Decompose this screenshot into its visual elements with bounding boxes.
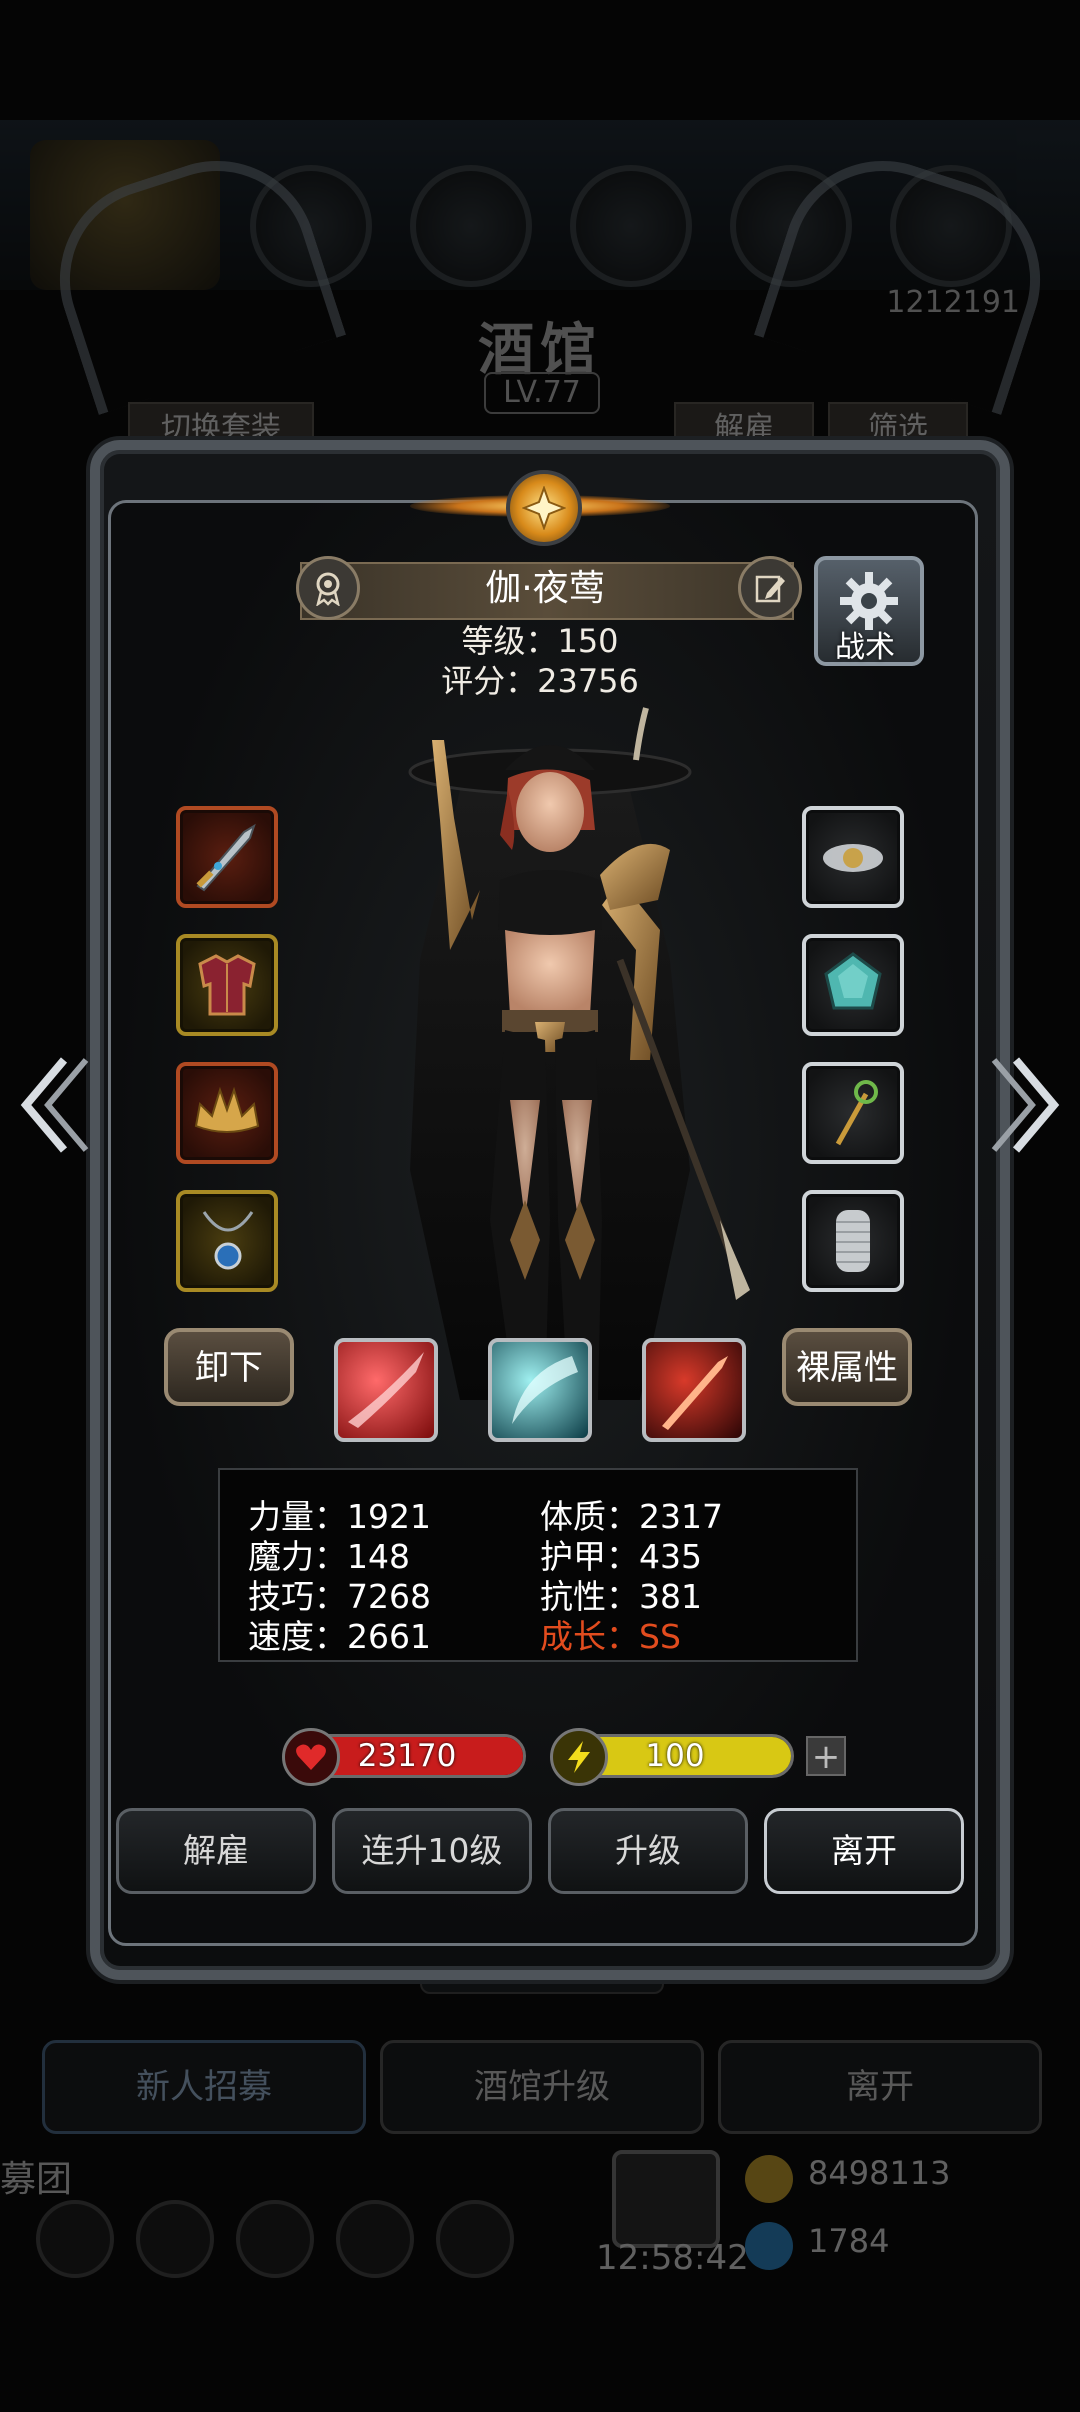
lightning-icon xyxy=(550,1728,608,1786)
background-bottom-icon xyxy=(236,2200,314,2278)
skill-blade-strike[interactable] xyxy=(642,1338,746,1442)
timer-text: 12:58:42 xyxy=(596,2238,749,2278)
staff-icon xyxy=(835,1080,878,1146)
chainmail-slot[interactable] xyxy=(802,1190,904,1292)
edit-pencil-icon xyxy=(755,575,785,603)
base-attributes-button[interactable]: 裸属性 xyxy=(782,1328,912,1406)
crest-emblem-icon xyxy=(506,470,582,546)
tavern-level: LV.77 xyxy=(484,372,600,414)
unequip-button[interactable]: 卸下 xyxy=(164,1328,294,1406)
amulet-slot[interactable] xyxy=(176,1190,278,1292)
dagger-icon xyxy=(196,823,256,892)
gold-amount: 8498113 xyxy=(808,2154,951,2192)
background-menu-icon xyxy=(570,165,692,287)
cloud-ring-slot[interactable] xyxy=(802,806,904,908)
background-bottom-icon xyxy=(136,2200,214,2278)
armor-slot[interactable] xyxy=(176,934,278,1036)
red-slash-icon xyxy=(348,1352,424,1428)
background-bottom-icon xyxy=(336,2200,414,2278)
tactic-label: 战术 xyxy=(835,630,895,665)
gold-coin-icon xyxy=(745,2155,793,2203)
gem-icon xyxy=(824,952,882,1010)
medal-button[interactable] xyxy=(296,556,360,620)
level-up-10-button[interactable]: 连升10级 xyxy=(332,1808,532,1894)
crown-helmet-icon xyxy=(194,1086,260,1133)
previous-hero-arrow[interactable] xyxy=(14,1050,94,1160)
leave-button[interactable]: 离开 xyxy=(764,1808,964,1894)
background-leave-button: 离开 xyxy=(718,2040,1042,2134)
recruit-button: 新人招募 xyxy=(42,2040,366,2134)
next-hero-arrow[interactable] xyxy=(986,1050,1066,1160)
skill-wind-slash[interactable] xyxy=(488,1338,592,1442)
add-energy-button[interactable]: + xyxy=(806,1736,846,1776)
medal-icon xyxy=(316,572,340,606)
amulet-icon xyxy=(202,1211,254,1270)
helmet-slot[interactable] xyxy=(176,1062,278,1164)
crimson-blade-icon xyxy=(662,1356,728,1430)
background-menu-icon xyxy=(410,165,532,287)
dismiss-button[interactable]: 解雇 xyxy=(116,1808,316,1894)
chainmail-icon xyxy=(836,1210,870,1272)
gem-amount: 1784 xyxy=(808,2222,890,2260)
armor-icon xyxy=(198,954,256,1016)
weapon-slot[interactable] xyxy=(176,806,278,908)
cloud-ring-icon xyxy=(823,844,883,872)
heart-icon xyxy=(282,1728,340,1786)
mercenary-label: 募团 xyxy=(0,2159,73,2200)
stat-speed: 速度：2661 xyxy=(248,1617,431,1656)
hero-name: 伽·夜莺 xyxy=(485,568,605,609)
rename-button[interactable] xyxy=(738,556,802,620)
staff-slot[interactable] xyxy=(802,1062,904,1164)
skill-slash-1[interactable] xyxy=(334,1338,438,1442)
gem-slot[interactable] xyxy=(802,934,904,1036)
gift-box-icon xyxy=(612,2150,720,2248)
background-bottom-icon xyxy=(436,2200,514,2278)
cyan-slash-icon xyxy=(512,1356,578,1424)
upgrade-tavern-button: 酒馆升级 xyxy=(380,2040,704,2134)
background-bottom-icon xyxy=(36,2200,114,2278)
stat-growth: 成长：SS xyxy=(540,1617,681,1656)
gem-currency-icon xyxy=(745,2222,793,2270)
level-up-button[interactable]: 升级 xyxy=(548,1808,748,1894)
